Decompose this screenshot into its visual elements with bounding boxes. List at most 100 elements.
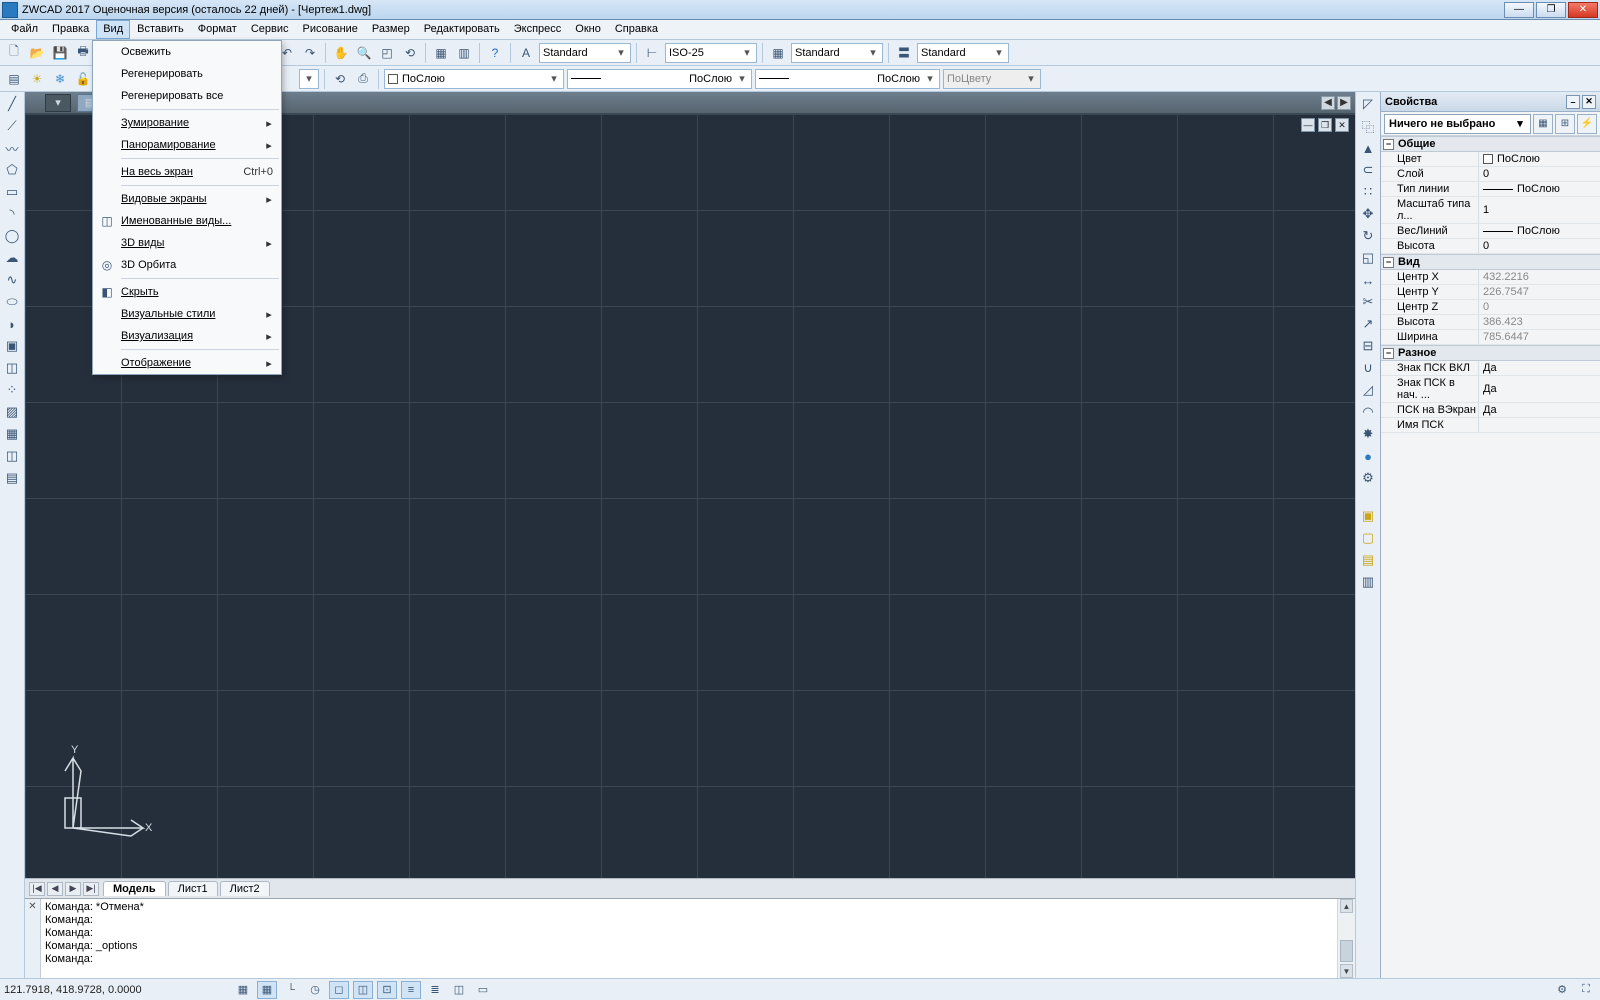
polar-icon[interactable]: ◷ — [305, 981, 325, 999]
osnap-icon[interactable]: ◻ — [329, 981, 349, 999]
text-style-combo[interactable]: Standard▾ — [539, 43, 631, 63]
lock-icon[interactable]: 🔓 — [73, 69, 93, 89]
table-style-combo[interactable]: Standard▾ — [791, 43, 883, 63]
line-icon[interactable]: ╱ — [3, 95, 21, 113]
above-icon[interactable]: ▤ — [1359, 551, 1377, 569]
props-close-icon[interactable]: ✕ — [1582, 95, 1596, 109]
revcloud-icon[interactable]: ☁ — [3, 249, 21, 267]
print-icon[interactable]: 🖶 — [73, 43, 93, 63]
menu-express[interactable]: Экспресс — [507, 20, 569, 39]
vm-named-views[interactable]: ◫Именованные виды... — [93, 210, 281, 232]
explode-icon[interactable]: ✸ — [1359, 425, 1377, 443]
new-icon[interactable]: 🗋 — [4, 43, 24, 63]
help-icon[interactable]: ? — [485, 43, 505, 63]
save-icon[interactable]: 💾 — [50, 43, 70, 63]
props-pin-icon[interactable]: – — [1566, 95, 1580, 109]
close-button[interactable]: ✕ — [1568, 2, 1598, 18]
region-icon[interactable]: ◫ — [3, 447, 21, 465]
scroll-thumb[interactable] — [1340, 940, 1353, 962]
xline-icon[interactable]: ⟋ — [3, 117, 21, 135]
layer-drop[interactable]: ▾ — [299, 69, 319, 89]
cmd-scrollbar[interactable]: ▲ ▼ — [1337, 899, 1355, 978]
menu-draw[interactable]: Рисование — [296, 20, 365, 39]
ellipse-icon[interactable]: ⬭ — [3, 293, 21, 311]
gear-icon[interactable]: ⚙ — [1359, 469, 1377, 487]
redo-icon[interactable]: ↷ — [300, 43, 320, 63]
tablestyle-icon[interactable]: ▦ — [768, 43, 788, 63]
front-icon[interactable]: ▣ — [1359, 507, 1377, 525]
maximize-button[interactable]: ❐ — [1536, 2, 1566, 18]
offset-icon[interactable]: ⊂ — [1359, 161, 1377, 179]
pan-icon[interactable]: ✋ — [331, 43, 351, 63]
layerstate-icon[interactable]: ▤ — [4, 69, 24, 89]
table-icon[interactable]: ▤ — [3, 469, 21, 487]
sun-icon[interactable]: ☀ — [27, 69, 47, 89]
scroll-down-icon[interactable]: ▼ — [1340, 964, 1353, 978]
dimstyle-icon[interactable]: ⊢ — [642, 43, 662, 63]
group-view[interactable]: −Вид — [1381, 254, 1600, 270]
annomon-icon[interactable]: ▭ — [473, 981, 493, 999]
menu-modify[interactable]: Редактировать — [417, 20, 507, 39]
menu-edit[interactable]: Правка — [45, 20, 96, 39]
extend-icon[interactable]: ↗ — [1359, 315, 1377, 333]
minimize-button[interactable]: — — [1504, 2, 1534, 18]
tab-nav-prev[interactable]: ◀ — [47, 882, 63, 896]
move-icon[interactable]: ✥ — [1359, 205, 1377, 223]
textstyle-icon[interactable]: A — [516, 43, 536, 63]
block-icon[interactable]: ◫ — [3, 359, 21, 377]
arc-icon[interactable]: ◝ — [3, 205, 21, 223]
properties-icon[interactable]: ▦ — [431, 43, 451, 63]
chamfer-icon[interactable]: ◿ — [1359, 381, 1377, 399]
layer-prev-icon[interactable]: ⟲ — [330, 69, 350, 89]
layer-match-icon[interactable]: ⎙ — [353, 69, 373, 89]
mlstyle-icon[interactable]: 〓 — [894, 43, 914, 63]
vm-orbit[interactable]: ◎3D Орбита — [93, 254, 281, 276]
model-icon[interactable]: ≣ — [425, 981, 445, 999]
tab-nav-first[interactable]: |◀ — [29, 882, 45, 896]
strip-left-icon[interactable]: ◀ — [1321, 96, 1335, 110]
zoom-win-icon[interactable]: ◰ — [377, 43, 397, 63]
break-icon[interactable]: ⊟ — [1359, 337, 1377, 355]
rotate-icon[interactable]: ↻ — [1359, 227, 1377, 245]
tab-nav-last[interactable]: ▶| — [83, 882, 99, 896]
dyn-icon[interactable]: ⊡ — [377, 981, 397, 999]
ortho-icon[interactable]: └ — [281, 981, 301, 999]
vm-visual-styles[interactable]: Визуальные стили▸ — [93, 303, 281, 325]
open-icon[interactable]: 📂 — [27, 43, 47, 63]
fillet-icon[interactable]: ◠ — [1359, 403, 1377, 421]
menu-help[interactable]: Справка — [608, 20, 665, 39]
polyline-icon[interactable]: 〰 — [3, 139, 21, 157]
tab-nav-next[interactable]: ▶ — [65, 882, 81, 896]
selobj-icon[interactable]: ⊞ — [1555, 114, 1575, 134]
pickadd-icon[interactable]: ▦ — [1533, 114, 1553, 134]
join-icon[interactable]: ∪ — [1359, 359, 1377, 377]
trim-icon[interactable]: ✂ — [1359, 293, 1377, 311]
below-icon[interactable]: ▥ — [1359, 573, 1377, 591]
menu-window[interactable]: Окно — [568, 20, 608, 39]
otrack-icon[interactable]: ◫ — [353, 981, 373, 999]
block-icon[interactable]: ▥ — [454, 43, 474, 63]
menu-format[interactable]: Формат — [191, 20, 244, 39]
point-icon[interactable]: ⁘ — [3, 381, 21, 399]
grid-icon[interactable]: ▦ — [257, 981, 277, 999]
hatch-icon[interactable]: ▨ — [3, 403, 21, 421]
insert-icon[interactable]: ▣ — [3, 337, 21, 355]
vm-regen[interactable]: Регенерировать — [93, 63, 281, 85]
vm-display[interactable]: Отображение▸ — [93, 352, 281, 374]
polygon-icon[interactable]: ⬠ — [3, 161, 21, 179]
lwt-icon[interactable]: ≡ — [401, 981, 421, 999]
zoom-rt-icon[interactable]: 🔍 — [354, 43, 374, 63]
menu-dimension[interactable]: Размер — [365, 20, 417, 39]
freeze-icon[interactable]: ❄ — [50, 69, 70, 89]
vm-fullscreen[interactable]: На весь экранCtrl+0 — [93, 161, 281, 183]
linetype-combo[interactable]: ПоСлою▾ — [567, 69, 752, 89]
back-icon[interactable]: ▢ — [1359, 529, 1377, 547]
spline-icon[interactable]: ∿ — [3, 271, 21, 289]
ellipsearc-icon[interactable]: ◗ — [3, 315, 21, 333]
selection-combo[interactable]: Ничего не выбрано▾ — [1384, 114, 1531, 134]
vp-btn-1[interactable]: ▾ — [45, 94, 71, 112]
ml-style-combo[interactable]: Standard▾ — [917, 43, 1009, 63]
group-general[interactable]: −Общие — [1381, 136, 1600, 152]
color-combo[interactable]: ПоСлою▾ — [384, 69, 564, 89]
strip-right-icon[interactable]: ▶ — [1337, 96, 1351, 110]
